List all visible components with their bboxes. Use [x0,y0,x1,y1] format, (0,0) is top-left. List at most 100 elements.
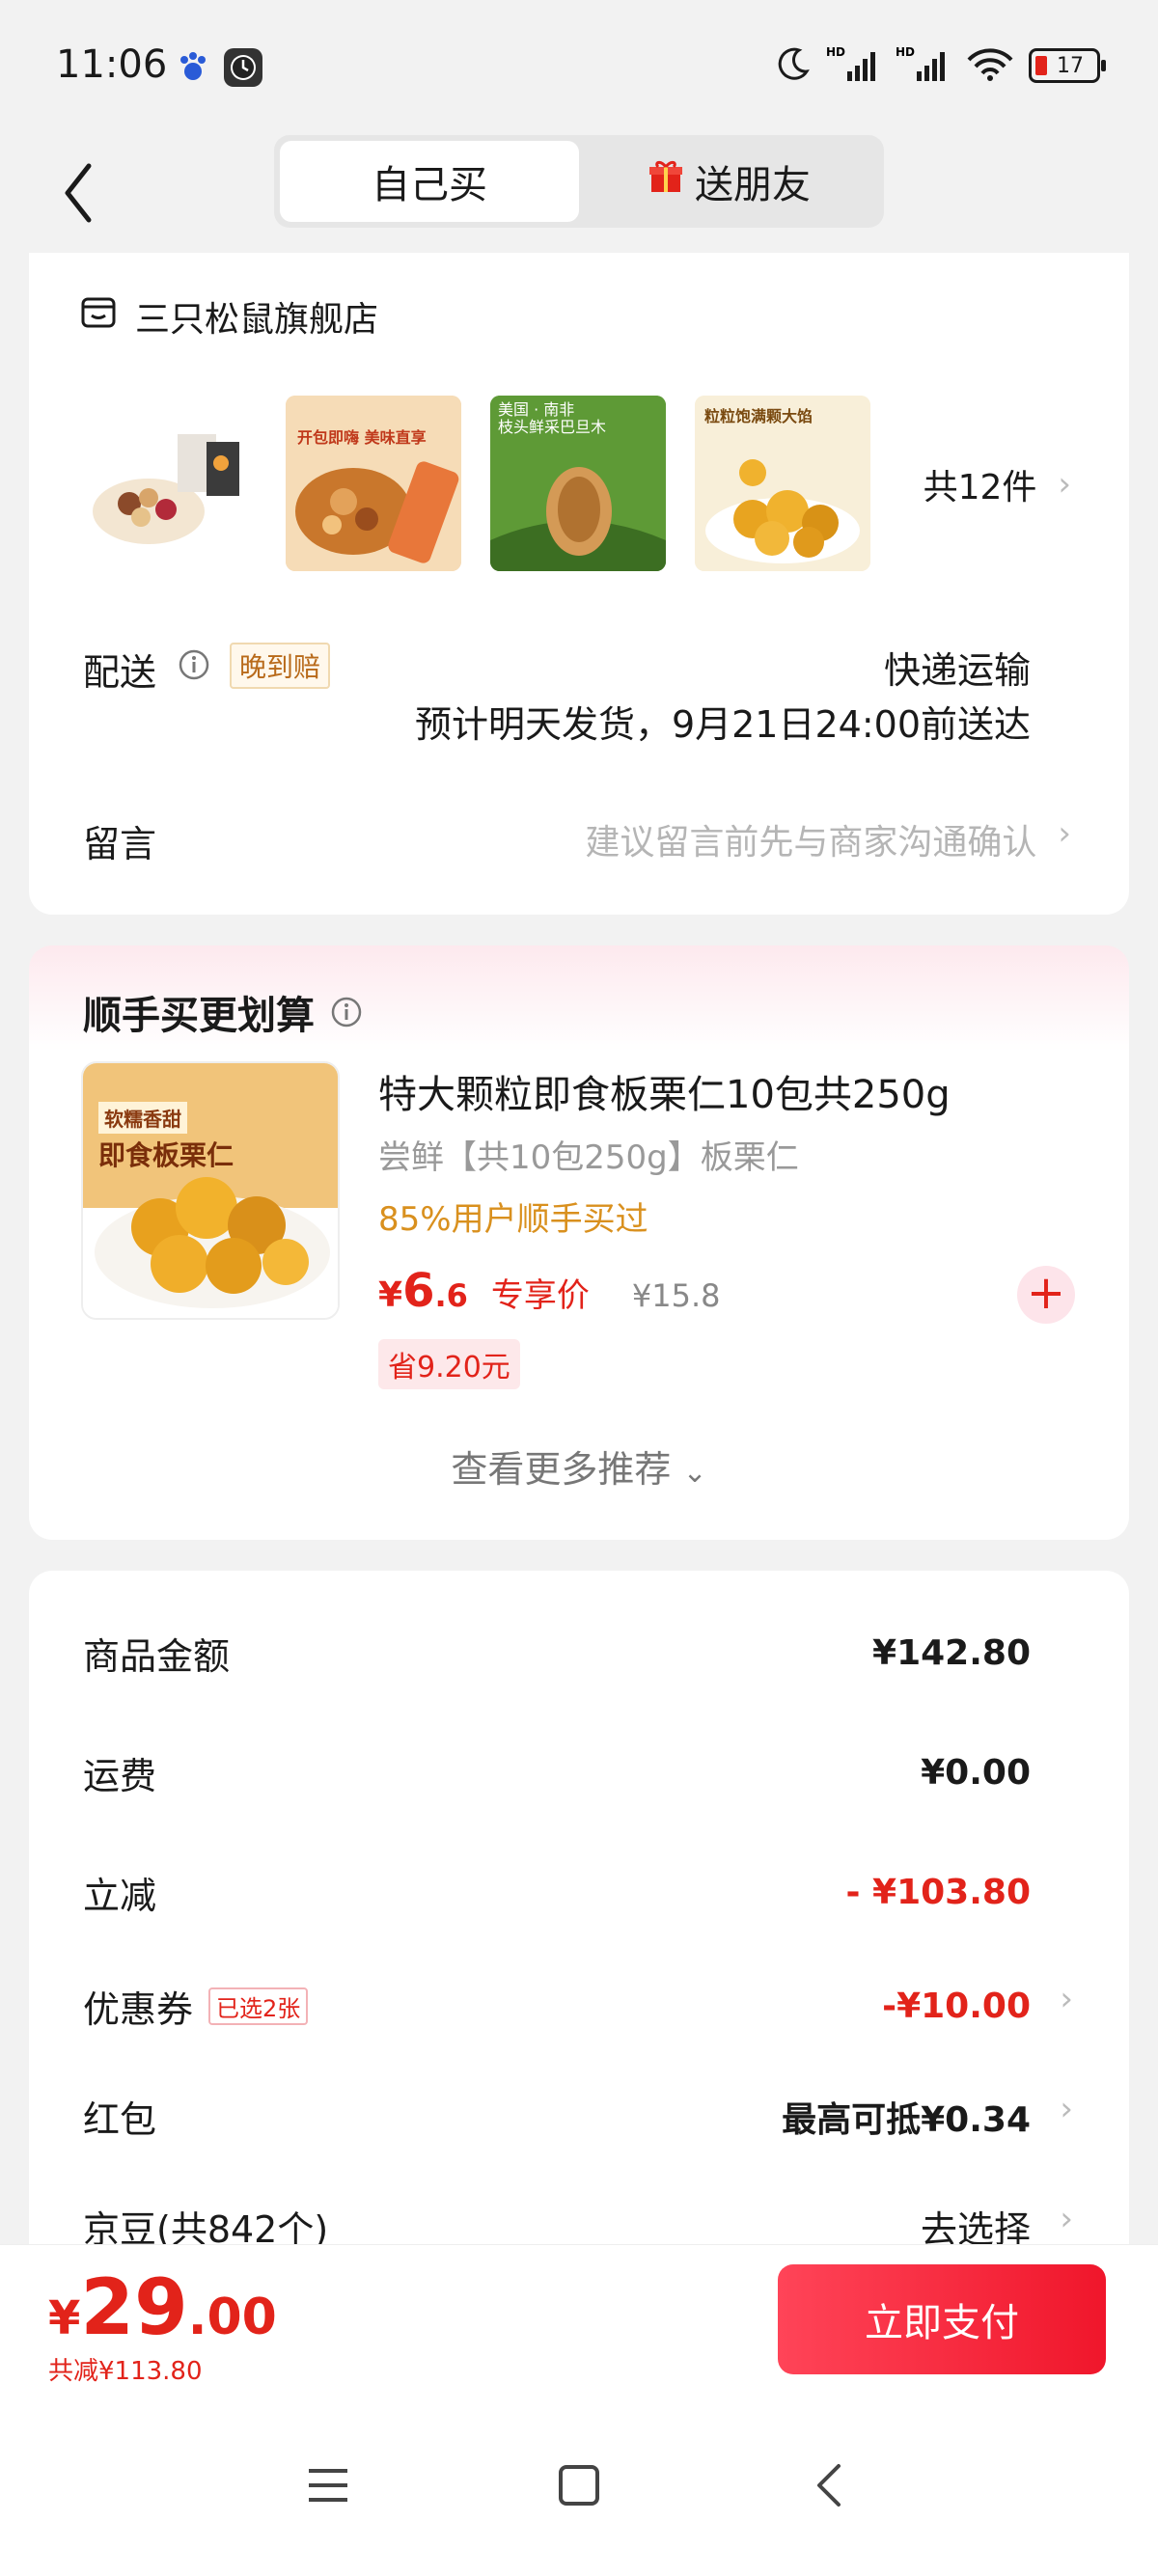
price-currency: ¥ [378,1275,403,1315]
signal-icon: HD [826,44,882,87]
chevron-right-icon: › [1060,1980,1073,2018]
product-thumb[interactable] [81,396,257,571]
summary-label: 运费 [83,1755,157,1797]
svg-text:HD: HD [896,45,915,59]
image-text-top: 软糯香甜 [98,1102,187,1134]
pay-now-label: 立即支付 [865,2301,1019,2345]
message-label: 留言 [83,823,157,865]
chevron-right-icon: › [1060,2090,1073,2128]
store-header[interactable]: 三只松鼠旗舰店 [79,291,378,342]
delivery-method: 快递运输 [883,649,1031,692]
battery-icon: 17 [1029,48,1106,83]
recommended-price: ¥6.6 专享价 ¥15.8 [378,1264,721,1318]
recommendation-card: 顺手买更划算 软糯香甜 即食板栗仁 特大颗粒即食板栗仁10包共250g 尝鲜【共… [29,945,1129,1540]
tab-buy-self[interactable]: 自己买 [280,141,579,222]
header: 自己买 送朋友 [0,135,1158,255]
signal-icon-2: HD [896,44,951,87]
chevron-right-icon: › [1058,814,1071,853]
total-currency: ¥ [48,2291,81,2345]
back-button[interactable] [50,147,108,233]
summary-label: 立减 [83,1875,157,1917]
wifi-icon [965,44,1015,87]
recommended-product-spec: 尝鲜【共10包250g】板栗仁 [378,1138,799,1177]
home-nav-button[interactable] [540,2447,618,2524]
back-arrow-icon [65,163,92,223]
chevron-down-icon: ⌄ [682,1456,707,1490]
summary-row-shipping: 运费 ¥0.00 [83,1746,1031,1799]
product-thumbnails[interactable]: 开包即嗨 美味直享 美国 · 南非 枝头鲜采巴旦木 粒粒饱满颗大馅 [81,396,870,571]
chevron-right-icon: › [1058,465,1071,504]
total-price: ¥29.00 [48,2262,277,2352]
buy-mode-tabs: 自己买 送朋友 [274,135,884,228]
tab-label: 送朋友 [695,163,811,207]
summary-value: ¥142.80 [872,1633,1031,1673]
thumb-caption: 粒粒饱满颗大馅 [704,407,813,425]
total-integer: 29 [80,2262,188,2352]
image-text-main: 即食板栗仁 [98,1139,234,1171]
pay-now-button[interactable]: 立即支付 [778,2264,1106,2374]
chevron-right-icon: › [1060,2200,1073,2238]
summary-label: 商品金额 [83,1635,231,1678]
recommended-product-name[interactable]: 特大颗粒即食板栗仁10包共250g [378,1063,951,1119]
item-count-link[interactable]: 共12件 › [924,459,1071,509]
system-nav-bar [0,2398,1158,2576]
price-integer: 6 [402,1264,435,1318]
summary-value: - ¥103.80 [845,1873,1031,1912]
delivery-eta: 预计明天发货，9月21日24:00前送达 [414,703,1031,746]
tab-send-friend[interactable]: 送朋友 [579,141,878,222]
add-to-order-button[interactable]: + [1017,1266,1075,1324]
price-decimal: .6 [434,1277,468,1314]
summary-row-goods: 商品金额 ¥142.80 [83,1627,1031,1680]
store-card: 三只松鼠旗舰店 开包即嗨 美味直享 美国 · 南非 枝头鲜采巴旦木 粒粒饱满颗大… [29,253,1129,915]
summary-value: ¥0.00 [921,1753,1031,1793]
recommended-buyers-text: 85%用户顺手买过 [378,1200,648,1239]
baidu-app-icon [174,48,212,87]
product-thumb[interactable]: 粒粒饱满颗大馅 [695,396,870,571]
message-placeholder: 建议留言前先与商家沟通确认 [585,823,1037,863]
product-thumb[interactable]: 开包即嗨 美味直享 [286,396,461,571]
thumb-caption: 开包即嗨 美味直享 [297,428,427,447]
summary-label: 优惠券 [83,1988,194,2031]
summary-row-redpacket[interactable]: 红包 最高可抵¥0.34 [83,2090,1031,2143]
plus-icon: + [1026,1266,1066,1320]
thumb-caption: 美国 · 南非 枝头鲜采巴旦木 [498,400,607,436]
recommendation-title: 顺手买更划算 [83,984,363,1040]
coupon-selected-badge: 已选2张 [208,1987,309,2025]
menu-icon [309,2469,347,2502]
summary-row-discount: 立减 - ¥103.80 [83,1866,1031,1919]
delivery-label: 配送 [83,651,157,694]
more-recommendations-link[interactable]: 查看更多推荐 ⌄ [29,1439,1129,1493]
moon-icon [774,44,813,87]
product-thumb[interactable]: 美国 · 南非 枝头鲜采巴旦木 [490,396,666,571]
late-compensation-badge: 晚到赔 [230,643,331,689]
exclusive-price-label: 专享价 [490,1276,590,1315]
info-icon[interactable] [178,648,210,685]
svg-text:HD: HD [826,45,845,59]
checkout-bar: ¥29.00 共减¥113.80 立即支付 [0,2244,1158,2398]
total-savings: 共减¥113.80 [48,2357,203,2386]
info-icon[interactable] [330,996,363,1028]
store-icon [79,293,118,341]
clock-app-icon [224,48,262,87]
back-nav-button[interactable] [791,2447,868,2524]
total-decimal: .00 [187,2288,277,2346]
save-badge: 省9.20元 [378,1339,520,1389]
menu-nav-button[interactable] [290,2447,367,2524]
summary-value: 最高可抵¥0.34 [782,2099,1031,2140]
store-name: 三只松鼠旗舰店 [135,300,379,340]
home-square-icon [559,2465,599,2506]
gift-icon [647,157,685,206]
recommended-product-image[interactable]: 软糯香甜 即食板栗仁 [81,1061,340,1320]
tab-label: 自己买 [372,163,487,207]
item-count: 共12件 [923,468,1037,507]
status-time: 11:06 [56,42,168,87]
message-field[interactable]: 建议留言前先与商家沟通确认 › [585,814,1071,864]
summary-value: -¥10.00 [882,1987,1031,2026]
summary-label: 红包 [83,2098,157,2141]
recommendation-title-text: 顺手买更划算 [83,994,315,1038]
status-bar: 11:06 HD HD 17 [0,0,1158,135]
summary-row-coupon[interactable]: 优惠券 已选2张 -¥10.00 [83,1980,1031,2033]
original-price: ¥15.8 [631,1277,721,1314]
battery-level: 17 [1057,53,1084,78]
back-icon [817,2464,841,2507]
